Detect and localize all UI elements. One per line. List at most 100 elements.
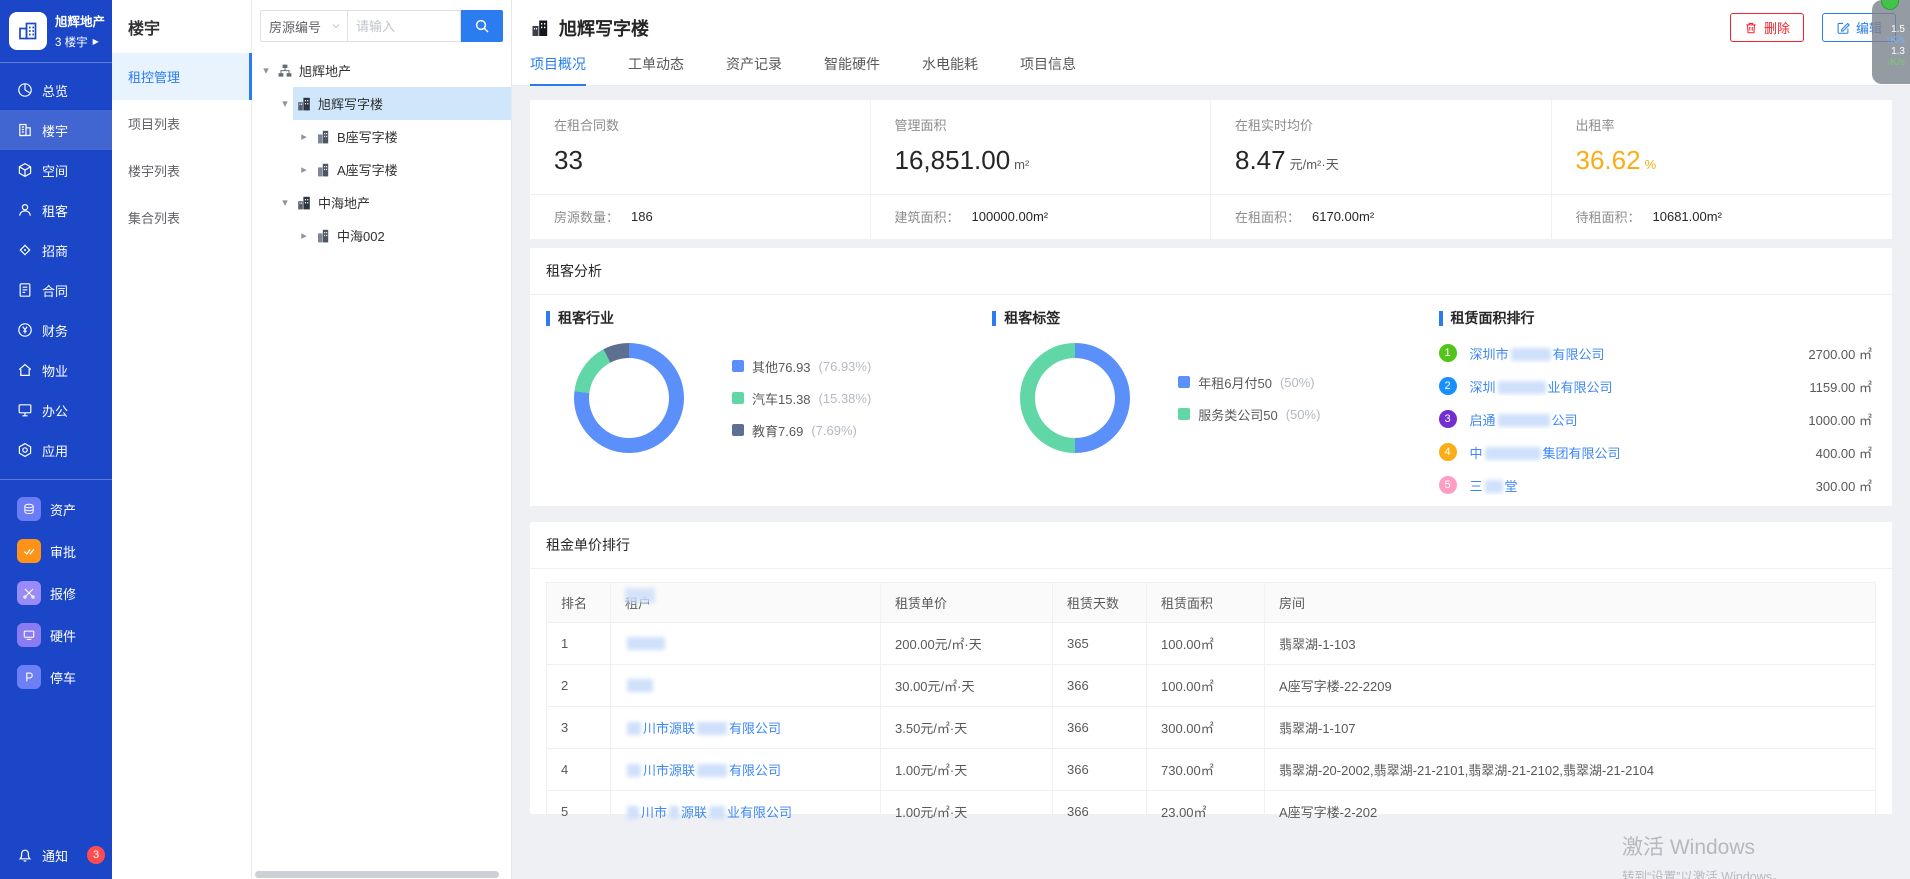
redacted-text <box>669 806 679 819</box>
status-dot-icon <box>1881 0 1899 10</box>
sidebar-item-label: 租客 <box>42 201 68 220</box>
search-filter-select[interactable]: 房源编号 <box>260 10 348 42</box>
tree-node-proj-xuhui-office[interactable]: ▾ 旭辉写字楼 <box>252 87 511 120</box>
legend-item[interactable]: 教育7.69 (7.69%) <box>732 421 871 440</box>
column-header-area: 租赁面积 <box>1147 583 1265 623</box>
column-header-rooms: 房间 <box>1265 583 1876 623</box>
submenu-item-building-list[interactable]: 楼宇列表 <box>112 147 251 194</box>
lease-area-ranking: 租赁面积排行 1深圳市有限公司2700.00 ㎡2深圳业有限公司1159.00 … <box>1439 311 1877 497</box>
sidebar-item-apps[interactable]: 应用 <box>0 430 112 470</box>
redacted-text <box>627 679 653 692</box>
sidebar-item-asset[interactable]: 资产 <box>0 488 112 530</box>
text-segment: 深圳市 <box>1470 347 1509 362</box>
horizontal-scrollbar[interactable] <box>255 871 499 878</box>
submenu-item-collection-list[interactable]: 集合列表 <box>112 194 251 241</box>
tree-node-bldg-b[interactable]: ▸B座写字楼 <box>252 120 511 153</box>
caret-down-icon[interactable]: ▾ <box>277 196 293 209</box>
chart-title: 租客行业 <box>546 311 992 326</box>
redacted-text <box>697 722 727 735</box>
tree-node-label: 旭辉地产 <box>299 61 351 80</box>
legend-item[interactable]: 其他76.93 (76.93%) <box>732 357 871 376</box>
legend-percent: (15.38%) <box>819 391 872 406</box>
tree-node-bldg-a[interactable]: ▸A座写字楼 <box>252 153 511 186</box>
sidebar-item-overview[interactable]: 总览 <box>0 70 112 110</box>
finance-icon <box>17 322 33 338</box>
legend-swatch <box>732 392 744 404</box>
company-link[interactable]: 中集团有限公司 <box>1470 443 1816 462</box>
tab-overview[interactable]: 项目概况 <box>530 54 586 86</box>
rank-badge: 1 <box>1439 344 1457 362</box>
caret-right-icon[interactable]: ▸ <box>296 163 312 176</box>
tree-node-label: 旭辉写字楼 <box>318 94 383 113</box>
tab-work-orders[interactable]: 工单动态 <box>628 54 684 85</box>
sidebar-item-buildings[interactable]: 楼宇 <box>0 110 112 150</box>
table-row: 230.00元/㎡·天366100.00㎡A座写字楼-22-2209 <box>547 665 1876 707</box>
tenant-link[interactable]: 川市源联有限公司 <box>625 721 781 736</box>
redacted-text <box>697 764 727 777</box>
org-name: 旭辉地产 <box>55 11 105 30</box>
cell-rank: 5 <box>547 791 611 833</box>
submenu-item-rent-control[interactable]: 租控管理 <box>112 53 251 100</box>
sidebar-item-tenant[interactable]: 租客 <box>0 190 112 230</box>
sidebar-item-label: 办公 <box>42 401 68 420</box>
sidebar-item-contract[interactable]: 合同 <box>0 270 112 310</box>
sidebar-item-hardware[interactable]: 硬件 <box>0 614 112 656</box>
text-segment: 源联 <box>681 805 707 820</box>
cell-days: 366 <box>1053 665 1147 707</box>
redacted-text <box>627 806 639 819</box>
tree-node-proj-zhonghai[interactable]: ▾中海地产 <box>252 186 511 219</box>
caret-down-icon[interactable]: ▾ <box>258 64 274 77</box>
table-row: 4川市源联有限公司1.00元/㎡·天366730.00㎡翡翠湖-20-2002,… <box>547 749 1876 791</box>
company-link[interactable]: 启通公司 <box>1470 410 1809 429</box>
sidebar-item-parking[interactable]: 停车 <box>0 656 112 698</box>
submenu-item-project-list[interactable]: 项目列表 <box>112 100 251 147</box>
sidebar-item-invest[interactable]: 招商 <box>0 230 112 270</box>
expand-caret-icon[interactable]: ▶ <box>93 38 99 46</box>
legend-item[interactable]: 汽车15.38 (15.38%) <box>732 389 871 408</box>
cell-tenant <box>611 665 881 707</box>
project-header: 旭辉写字楼 删除 编辑 项目概况工单动态资产记录智能硬件水电能耗项目信息 <box>512 0 1910 86</box>
company-link[interactable]: 深圳市有限公司 <box>1470 344 1809 363</box>
tenant-tag-chart: 租客标签 年租6月付50 (50%)服务类公司50 (50%) <box>992 311 1438 497</box>
caret-right-icon[interactable]: ▸ <box>296 229 312 242</box>
search-button[interactable] <box>461 10 503 42</box>
legend-label: 其他76.93 <box>752 357 811 376</box>
tab-utility-energy[interactable]: 水电能耗 <box>922 54 978 85</box>
tenant-link[interactable]: 川市源联有限公司 <box>625 763 781 778</box>
org-icon <box>277 63 293 79</box>
text-segment: 公司 <box>1552 413 1578 428</box>
tab-asset-records[interactable]: 资产记录 <box>726 54 782 85</box>
apps-icon <box>17 442 33 458</box>
sidebar-item-property[interactable]: 物业 <box>0 350 112 390</box>
sidebar-item-repair[interactable]: 报修 <box>0 572 112 614</box>
lease-area-value: 1159.00 ㎡ <box>1809 377 1872 396</box>
tree-node-bldg-zhonghai-002[interactable]: ▸中海002 <box>252 219 511 252</box>
column-header-days: 租赁天数 <box>1053 583 1147 623</box>
text-segment: 三 <box>1470 479 1483 494</box>
sidebar-item-approve[interactable]: 审批 <box>0 530 112 572</box>
caret-down-icon[interactable]: ▾ <box>277 97 293 110</box>
tab-project-info[interactable]: 项目信息 <box>1020 54 1076 85</box>
sidebar-item-notifications[interactable]: 通知 3 <box>0 831 112 879</box>
caret-right-icon[interactable]: ▸ <box>296 130 312 143</box>
org-switcher[interactable]: 旭辉地产 3 楼宇 ▶ <box>0 0 112 62</box>
tree-node-org-xuhui[interactable]: ▾ 旭辉地产 <box>252 54 511 87</box>
sidebar-item-space[interactable]: 空间 <box>0 150 112 190</box>
upload-speed-unit: ↑K/s <box>1872 35 1905 46</box>
search-input[interactable] <box>348 10 461 42</box>
tenant-link[interactable]: 川市源联业有限公司 <box>625 805 792 820</box>
legend-item[interactable]: 服务类公司50 (50%) <box>1178 405 1320 424</box>
search-filter-value: 房源编号 <box>269 17 321 36</box>
sidebar-item-finance[interactable]: 财务 <box>0 310 112 350</box>
cell-price: 200.00元/㎡·天 <box>881 623 1053 665</box>
company-link[interactable]: 三堂 <box>1470 476 1816 495</box>
sidebar-item-office[interactable]: 办公 <box>0 390 112 430</box>
watermark-line1: 激活 Windows <box>1622 831 1785 861</box>
delete-button[interactable]: 删除 <box>1730 13 1804 42</box>
legend-item[interactable]: 年租6月付50 (50%) <box>1178 373 1320 392</box>
cell-price: 1.00元/㎡·天 <box>881 749 1053 791</box>
company-link[interactable]: 深圳业有限公司 <box>1470 377 1810 396</box>
tab-smart-hardware[interactable]: 智能硬件 <box>824 54 880 85</box>
sidebar-item-label: 空间 <box>42 161 68 180</box>
invest-icon <box>17 242 33 258</box>
